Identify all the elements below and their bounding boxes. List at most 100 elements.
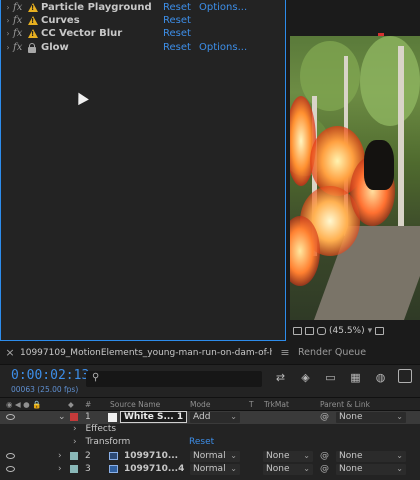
- twirl-arrow-icon[interactable]: ›: [3, 16, 13, 25]
- layer-row-3[interactable]: › 3 1099710...4 Normal ⌄ None ⌄ @ None ⌄: [0, 463, 420, 476]
- layer-row-1[interactable]: ⌄ 1 White S... 1 Add ⌄ @ None ⌄: [0, 411, 420, 424]
- timeline-controls: 0:00:02:13 00063 (25.00 fps) ⚲ ⇄ ◈ ▭ ▦ ◍: [0, 365, 420, 397]
- motion-blur-icon[interactable]: ◍: [374, 371, 387, 384]
- tab-render-queue[interactable]: Render Queue: [298, 347, 366, 358]
- transform-label: Transform: [85, 437, 131, 447]
- effect-name: Particle Playground: [41, 2, 152, 13]
- layer-number: 3: [85, 464, 91, 474]
- fx-toggle-icon[interactable]: fx: [13, 15, 27, 26]
- twirl-arrow-icon[interactable]: ›: [3, 43, 13, 52]
- effect-options-link[interactable]: Options...: [199, 2, 247, 13]
- effect-options-link[interactable]: Options...: [199, 42, 247, 53]
- effect-reset-link[interactable]: Reset: [163, 2, 199, 13]
- effects-label: Effects: [85, 424, 117, 434]
- effect-row-glow[interactable]: › fx Glow Reset Options...: [1, 41, 285, 54]
- twirl-closed-icon[interactable]: ›: [58, 464, 62, 474]
- timeline-panel: × 10997109_MotionElements_young-man-run-…: [0, 341, 420, 480]
- effect-controls-panel: › fx ! Particle Playground Reset Options…: [0, 0, 286, 341]
- effect-reset-link[interactable]: Reset: [163, 42, 199, 53]
- region-icon[interactable]: [293, 326, 302, 335]
- fx-toggle-icon[interactable]: fx: [13, 2, 27, 13]
- parent-dropdown[interactable]: None ⌄: [336, 464, 406, 475]
- graph-editor-icon[interactable]: [398, 369, 412, 383]
- layer-number: 2: [85, 451, 91, 461]
- close-tab-icon[interactable]: ×: [0, 346, 20, 359]
- composition-viewer[interactable]: (45.5%) ▾: [287, 0, 420, 341]
- tab-composition[interactable]: 10997109_MotionElements_young-man-run-on…: [20, 348, 272, 358]
- vr-goggles-icon[interactable]: [317, 326, 326, 335]
- t-header: T: [249, 400, 254, 409]
- twirl-closed-icon[interactable]: ›: [73, 437, 77, 447]
- av-switches-header-icon: ◉ ◀ ● 🔒: [6, 400, 42, 409]
- trkmat-dropdown[interactable]: None ⌄: [263, 464, 313, 475]
- fx-toggle-icon[interactable]: fx: [13, 42, 27, 53]
- viewer-toolbar: (45.5%) ▾: [287, 322, 420, 339]
- zoom-level-dropdown[interactable]: (45.5%): [329, 326, 365, 336]
- mode-header: Mode: [190, 400, 211, 409]
- layer-name[interactable]: White S... 1: [120, 411, 188, 423]
- trkmat-dropdown[interactable]: None ⌄: [263, 451, 313, 462]
- timeline-switches: ⇄ ◈ ▭ ▦ ◍: [274, 371, 387, 384]
- timeline-tab-bar: × 10997109_MotionElements_young-man-run-…: [0, 341, 420, 365]
- source-name-header[interactable]: Source Name: [110, 400, 160, 409]
- effect-row-particle-playground[interactable]: › fx ! Particle Playground Reset Options…: [1, 1, 285, 14]
- label-header-icon: ◆: [68, 400, 74, 409]
- parent-dropdown[interactable]: None ⌄: [336, 412, 406, 423]
- frame-blending-icon[interactable]: ▦: [349, 371, 362, 384]
- pick-whip-icon[interactable]: @: [320, 451, 329, 461]
- trkmat-header: TrkMat: [264, 400, 289, 409]
- transform-group[interactable]: › Transform Reset: [73, 437, 233, 450]
- layer-name[interactable]: 1099710...4: [124, 464, 184, 474]
- twirl-open-icon[interactable]: ⌄: [58, 412, 66, 422]
- transform-reset-link[interactable]: Reset: [189, 437, 214, 447]
- visibility-eye-icon[interactable]: [6, 414, 15, 420]
- blend-mode-dropdown[interactable]: Normal ⌄: [190, 464, 240, 475]
- layer-number: 1: [85, 412, 91, 422]
- blend-mode-dropdown[interactable]: Add ⌄: [190, 412, 240, 423]
- effects-group[interactable]: › Effects: [73, 424, 116, 437]
- blend-mode-dropdown[interactable]: Normal ⌄: [190, 451, 240, 462]
- pick-whip-icon[interactable]: @: [320, 412, 329, 422]
- panel-menu-icon[interactable]: ≡: [272, 346, 298, 359]
- twirl-closed-icon[interactable]: ›: [58, 451, 62, 461]
- composition-flowchart-icon[interactable]: ⇄: [274, 371, 287, 384]
- twirl-arrow-icon[interactable]: ›: [3, 29, 13, 38]
- effect-name: Glow: [41, 42, 69, 53]
- timeline-column-header: ◉ ◀ ● 🔒 ◆ # Source Name Mode T TrkMat Pa…: [0, 397, 420, 411]
- zoom-chevron-icon[interactable]: ▾: [368, 326, 373, 336]
- parent-dropdown[interactable]: None ⌄: [336, 451, 406, 462]
- layer-number-header: #: [85, 400, 92, 409]
- footage-icon: [109, 465, 118, 473]
- layer-search-input[interactable]: ⚲: [86, 371, 262, 387]
- label-color-swatch[interactable]: [70, 465, 78, 473]
- label-color-swatch[interactable]: [70, 452, 78, 460]
- runner-figure: [364, 140, 394, 190]
- label-color-swatch[interactable]: [70, 413, 78, 421]
- monitor-icon[interactable]: [305, 326, 314, 335]
- pick-whip-icon[interactable]: @: [320, 464, 329, 474]
- current-timecode[interactable]: 0:00:02:13: [11, 368, 89, 383]
- effect-reset-link[interactable]: Reset: [163, 15, 199, 26]
- visibility-eye-icon[interactable]: [6, 453, 15, 459]
- effect-reset-link[interactable]: Reset: [163, 28, 199, 39]
- layer-name[interactable]: 1099710...: [124, 451, 178, 461]
- fx-toggle-icon[interactable]: fx: [13, 28, 27, 39]
- effect-name: CC Vector Blur: [41, 28, 123, 39]
- warning-icon: !: [27, 28, 39, 39]
- shy-layers-icon[interactable]: ▭: [324, 371, 337, 384]
- frame-count: 00063 (25.00 fps): [11, 385, 79, 394]
- parent-link-header: Parent & Link: [320, 400, 370, 409]
- visibility-eye-icon[interactable]: [6, 466, 15, 472]
- composition-frame[interactable]: [290, 36, 420, 320]
- search-icon: ⚲: [92, 372, 100, 383]
- grid-icon[interactable]: [375, 326, 385, 335]
- effect-row-curves[interactable]: › fx ! Curves Reset: [1, 14, 285, 27]
- effect-name: Curves: [41, 15, 80, 26]
- warning-icon: !: [27, 2, 39, 13]
- effect-row-cc-vector-blur[interactable]: › fx ! CC Vector Blur Reset: [1, 27, 285, 40]
- draft-3d-icon[interactable]: ◈: [299, 371, 312, 384]
- twirl-closed-icon[interactable]: ›: [73, 424, 77, 434]
- twirl-arrow-icon[interactable]: ›: [3, 3, 13, 12]
- effect-lock-icon: [27, 42, 37, 53]
- layer-row-2[interactable]: › 2 1099710... Normal ⌄ None ⌄ @ None ⌄: [0, 450, 420, 463]
